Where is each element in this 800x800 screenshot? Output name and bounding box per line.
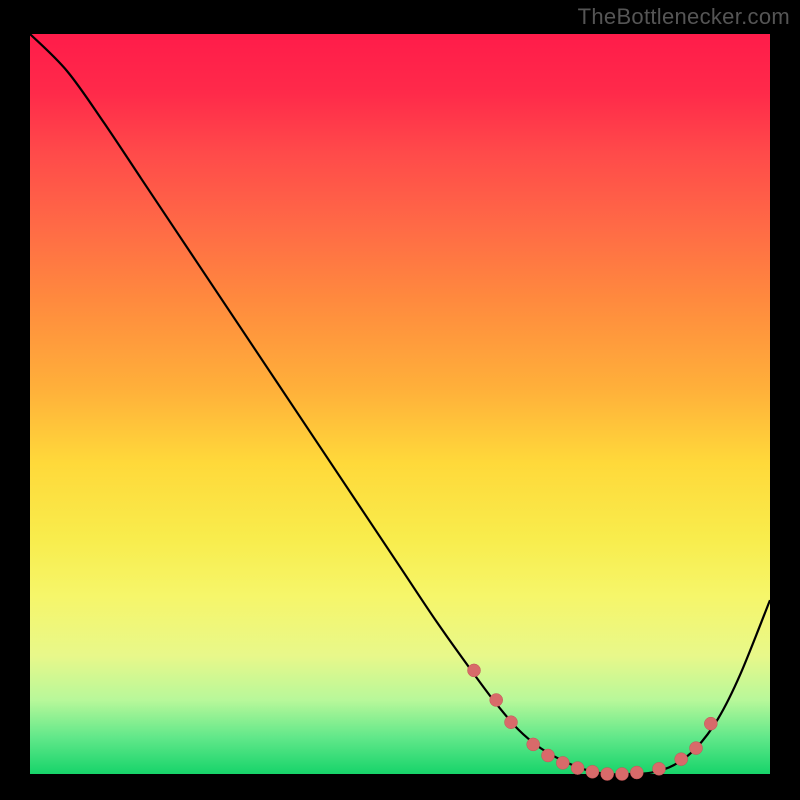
data-dot — [675, 753, 688, 766]
attribution-label: TheBottlenecker.com — [578, 4, 790, 30]
data-dot — [527, 738, 540, 751]
data-dot — [571, 762, 584, 775]
data-dot — [556, 756, 569, 769]
data-dot — [468, 664, 481, 677]
data-dot — [490, 694, 503, 707]
data-dot — [616, 768, 629, 781]
data-dots — [468, 664, 718, 781]
data-dot — [586, 765, 599, 778]
plot-area — [30, 34, 770, 774]
chart-frame: TheBottlenecker.com — [0, 0, 800, 800]
data-dot — [542, 749, 555, 762]
data-dot — [630, 766, 643, 779]
bottleneck-curve — [30, 34, 770, 774]
data-dot — [601, 768, 614, 781]
data-dot — [704, 717, 717, 730]
data-dot — [690, 742, 703, 755]
data-dot — [505, 716, 518, 729]
curve-svg — [30, 34, 770, 774]
data-dot — [653, 762, 666, 775]
